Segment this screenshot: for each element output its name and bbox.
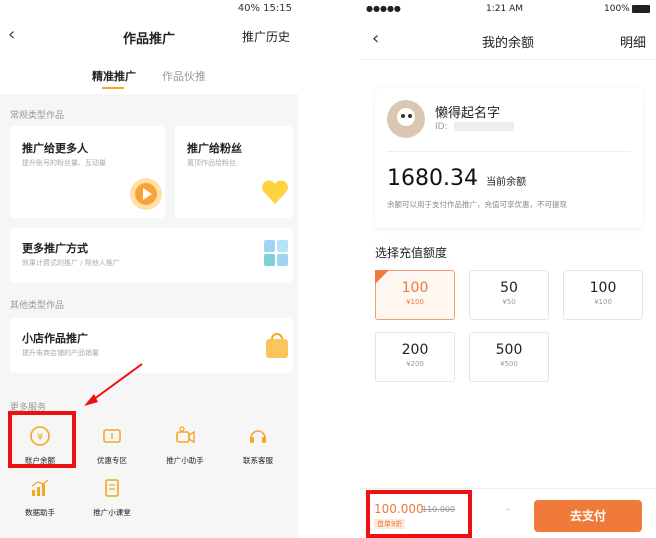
card-subtitle: 置顶作品给粉丝	[187, 159, 236, 167]
heart-icon	[262, 180, 288, 204]
shopping-bag-icon	[266, 333, 288, 358]
service-label: 推广小助手	[166, 456, 204, 465]
right-phone-screen: ●●●●● 1:21 AM 100% ‹ 我的余额 明细 懒得起名字 ID: 1…	[360, 0, 656, 538]
card-shop[interactable]: 小店作品推广 提升电商店铺的产品销量	[10, 318, 293, 373]
left-phone-screen: 40% 15:15 ‹ 作品推广 推广历史 精准推广 作品伙推 常规类型作品 推…	[0, 0, 298, 538]
balance-note: 余额可以用于支付作品推广，充值可享优惠，不可提现	[387, 200, 567, 209]
card-title: 更多推广方式	[22, 242, 88, 255]
balance-row: 1680.34 当前余额	[387, 166, 526, 191]
card-fans[interactable]: 推广给粉丝 置顶作品给粉丝	[175, 126, 293, 218]
recharge-option-50[interactable]: 50 ¥50	[469, 270, 549, 320]
service-label: 数据助手	[25, 508, 55, 517]
card-title: 小店作品推广	[22, 332, 88, 345]
option-price: ¥100	[406, 298, 424, 306]
service-data-assistant[interactable]: 数据助手	[10, 477, 70, 518]
card-more-methods[interactable]: 更多推广方式 效果计费式的推广 / 帮他人推广	[10, 228, 293, 283]
headset-icon	[250, 430, 266, 443]
user-id: ID:	[435, 122, 514, 132]
grid-blocks-icon	[264, 240, 288, 266]
option-price: ¥50	[502, 298, 516, 306]
tab-hot[interactable]: 作品伙推	[162, 68, 206, 84]
option-value: 50	[500, 280, 518, 296]
highlight-box	[8, 411, 76, 468]
recharge-option-100[interactable]: 100 ¥100	[375, 270, 455, 320]
recharge-option-100b[interactable]: 100 ¥100	[563, 270, 643, 320]
balance-label: 当前余额	[486, 177, 527, 188]
pay-button[interactable]: 去支付	[534, 500, 642, 532]
history-link[interactable]: 推广历史	[242, 28, 290, 45]
status-time: 1:21 AM	[486, 4, 523, 14]
status-bar: 40% 15:15	[0, 0, 298, 18]
tab-indicator	[102, 87, 124, 89]
service-promo-assistant[interactable]: 推广小助手	[155, 425, 215, 466]
avatar	[387, 100, 425, 138]
option-value: 500	[495, 342, 523, 358]
option-price: ¥200	[406, 360, 424, 368]
service-discount[interactable]: 优惠专区	[82, 425, 142, 466]
status-bar: ●●●●● 1:21 AM 100%	[360, 0, 656, 18]
camera-icon	[176, 426, 195, 444]
user-name: 懒得起名字	[435, 106, 501, 121]
option-value: 100	[589, 280, 617, 296]
section-common: 常规类型作品	[10, 111, 65, 121]
card-subtitle: 提升电商店铺的产品销量	[22, 349, 99, 357]
nav-bar: ‹ 我的余额 明细	[360, 18, 656, 60]
recharge-option-200[interactable]: 200 ¥200	[375, 332, 455, 382]
card-title: 推广给更多人	[22, 142, 88, 155]
balance-card: 懒得起名字 ID: 1680.34 当前余额 余额可以用于支付作品推广，充值可享…	[375, 88, 643, 228]
selected-corner-icon	[375, 270, 389, 284]
service-label: 优惠专区	[97, 456, 127, 465]
highlight-box	[366, 490, 472, 538]
carrier-signal: ●●●●●	[366, 4, 401, 13]
bar-chart-icon	[31, 479, 49, 496]
option-value: 200	[401, 342, 429, 358]
card-subtitle: 效果计费式的推广 / 帮他人推广	[22, 259, 120, 267]
recharge-option-500[interactable]: 500 ¥500	[469, 332, 549, 382]
section-other: 其他类型作品	[10, 301, 65, 311]
document-icon	[105, 479, 119, 497]
play-badge-icon	[130, 178, 162, 210]
detail-link[interactable]: 明细	[620, 32, 646, 51]
option-price: ¥100	[594, 298, 612, 306]
option-price: ¥500	[500, 360, 518, 368]
page-title: 我的余额	[481, 36, 534, 51]
status-text: 40% 15:15	[237, 3, 292, 14]
tab-precise[interactable]: 精准推广	[92, 68, 136, 84]
card-more-people[interactable]: 推广给更多人 提升账号的粉丝量、互动量	[10, 126, 165, 218]
status-battery: 100%	[604, 4, 630, 14]
service-promo-classroom[interactable]: 推广小课堂	[82, 477, 142, 518]
chevron-up-icon[interactable]: ⌃	[504, 508, 512, 518]
service-customer-support[interactable]: 联系客服	[228, 425, 288, 466]
service-label: 推广小课堂	[93, 508, 131, 517]
nav-bar: ‹ 作品推广 推广历史	[0, 18, 298, 54]
service-label: 联系客服	[243, 456, 273, 465]
battery-icon	[632, 5, 650, 13]
divider	[387, 151, 631, 152]
card-title: 推广给粉丝	[187, 142, 242, 155]
recharge-title: 选择充值额度	[375, 246, 448, 260]
annotation-arrow-icon	[84, 363, 143, 406]
coupon-icon	[103, 429, 121, 443]
balance-amount: 1680.34	[387, 166, 478, 191]
tab-bar: 精准推广 作品伙推	[0, 54, 298, 94]
card-subtitle: 提升账号的粉丝量、互动量	[22, 159, 106, 167]
